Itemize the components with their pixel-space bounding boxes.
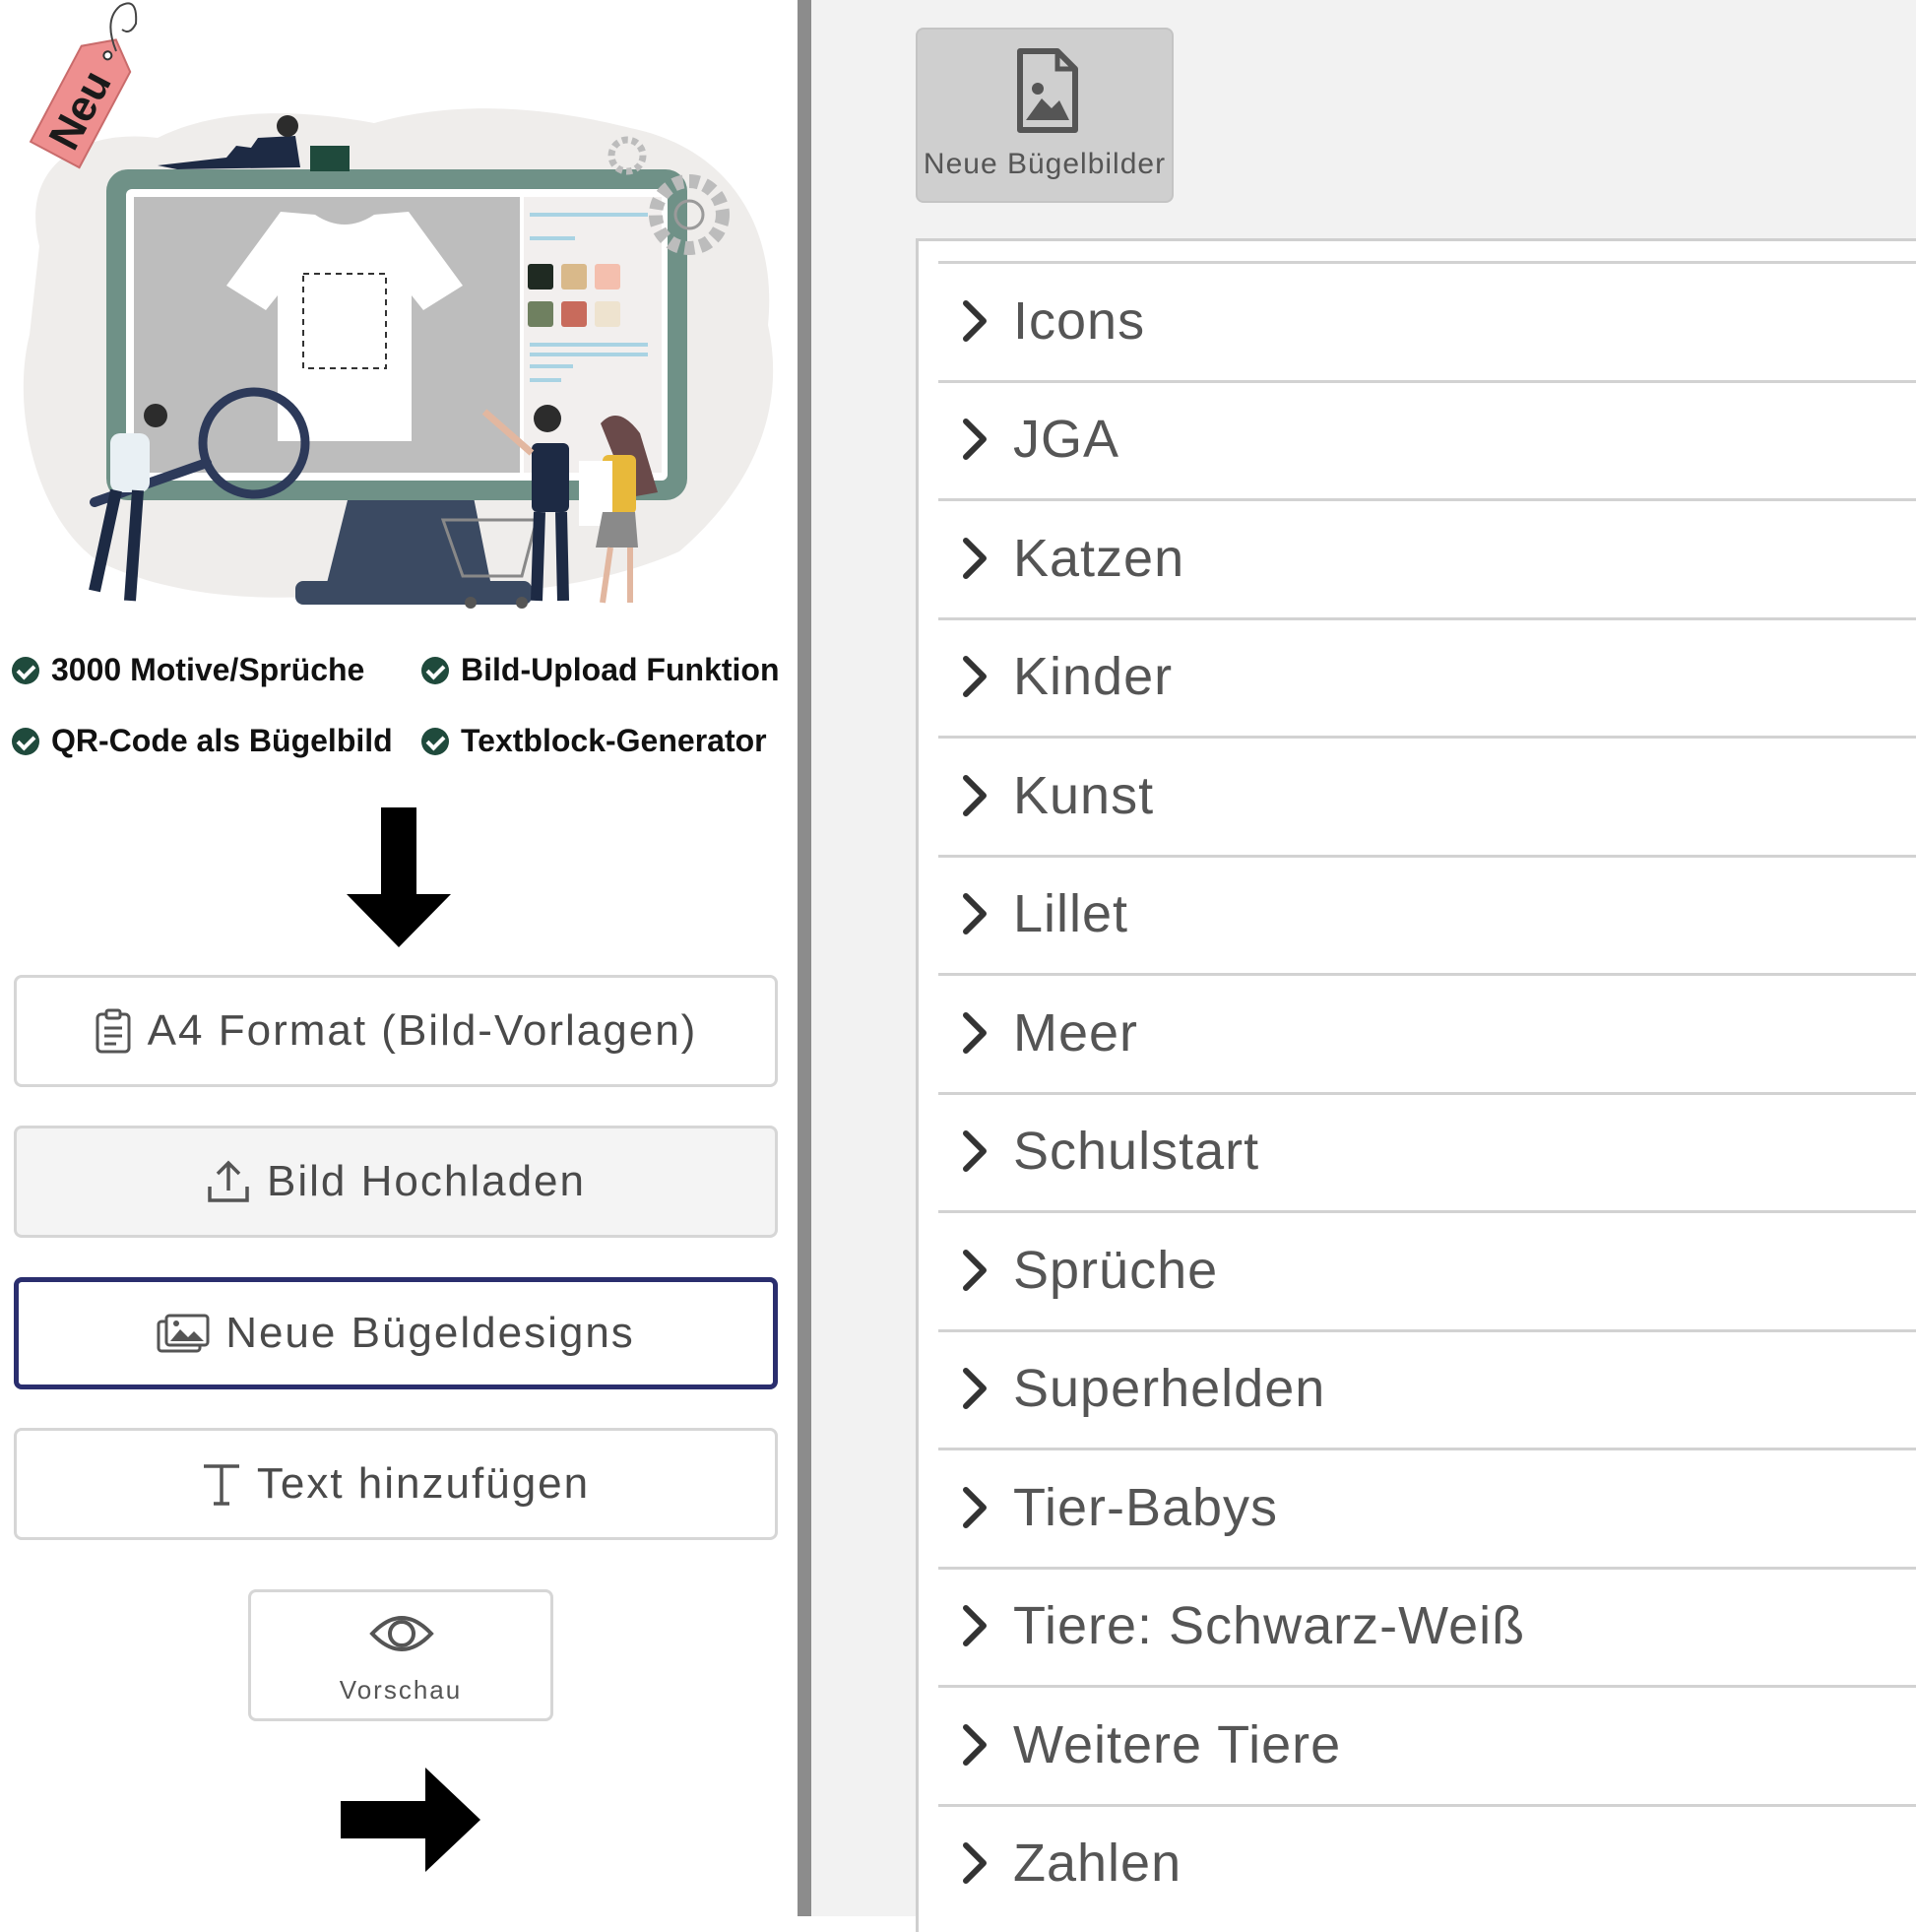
chevron-right-icon (950, 1129, 999, 1173)
category-label: Schulstart (1013, 1122, 1260, 1181)
upload-icon (206, 1159, 251, 1204)
category-label: Tier-Babys (1013, 1477, 1279, 1537)
chevron-right-icon (950, 1249, 999, 1292)
category-item[interactable]: Kunst (938, 736, 1916, 852)
feature-item: 3000 Motive/Sprüche (12, 652, 364, 688)
category-label: Kunst (1013, 765, 1155, 825)
category-label: JGA (1013, 410, 1120, 469)
chevron-right-icon (950, 1367, 999, 1410)
check-circle-icon (421, 727, 449, 755)
feature-item: Bild-Upload Funktion (421, 652, 780, 688)
left-panel: Neu 3000 Motive/Sprüche Bild-Upload Funk… (0, 0, 798, 1916)
eye-icon (369, 1606, 434, 1666)
chevron-right-icon (950, 1486, 999, 1529)
category-item[interactable]: Weitere Tiere (938, 1685, 1916, 1801)
preview-button[interactable]: Vorschau (248, 1589, 553, 1721)
feature-item: Textblock-Generator (421, 723, 767, 759)
a4-format-label: A4 Format (Bild-Vorlagen) (147, 1006, 698, 1055)
feature-label: QR-Code als Bügelbild (51, 723, 393, 758)
image-file-icon (1016, 47, 1079, 139)
chevron-right-icon (950, 1841, 999, 1885)
text-t-icon (202, 1462, 241, 1506)
category-label: Katzen (1013, 528, 1185, 588)
panel-divider (798, 0, 811, 1916)
category-item[interactable]: Meer (938, 973, 1916, 1089)
upload-image-button[interactable]: Bild Hochladen (14, 1126, 778, 1238)
category-label: Sprüche (1013, 1240, 1219, 1300)
chevron-right-icon (950, 537, 999, 580)
feature-item: QR-Code als Bügelbild (12, 723, 393, 759)
chevron-right-icon (950, 774, 999, 817)
chevron-right-icon (950, 892, 999, 935)
category-list: Icons JGA Katzen Kinder Kunst Lillet Meer Schul… (916, 238, 1916, 1932)
add-text-button[interactable]: Text hinzufügen (14, 1428, 778, 1540)
category-label: Lillet (1013, 884, 1129, 943)
chevron-right-icon (950, 418, 999, 461)
category-label: Tiere: Schwarz-Weiß (1013, 1596, 1526, 1655)
promo-illustration: Neu (23, 2, 774, 609)
clipboard-icon (95, 1008, 132, 1054)
category-item[interactable]: Schulstart (938, 1091, 1916, 1208)
category-label: Weitere Tiere (1013, 1714, 1342, 1774)
feature-label: 3000 Motive/Sprüche (51, 652, 365, 687)
chevron-right-icon (950, 1604, 999, 1647)
category-item[interactable]: Sprüche (938, 1210, 1916, 1326)
new-designs-button[interactable]: Neue Bügeldesigns (14, 1277, 778, 1389)
category-item[interactable]: Kinder (938, 616, 1916, 734)
category-label: Superhelden (1013, 1359, 1326, 1418)
arrow-right-icon (341, 1768, 480, 1872)
add-text-label: Text hinzufügen (256, 1459, 591, 1508)
category-label: Kinder (1013, 647, 1174, 706)
new-iron-images-label: Neue Bügelbilder (923, 148, 1167, 180)
category-label: Zahlen (1013, 1834, 1182, 1893)
category-item[interactable]: Icons (938, 261, 1916, 377)
category-label: Meer (1013, 1002, 1139, 1063)
new-designs-label: Neue Bügeldesigns (225, 1309, 635, 1357)
category-item[interactable]: Tier-Babys (938, 1448, 1916, 1564)
category-item[interactable]: JGA (938, 379, 1916, 496)
feature-label: Textblock-Generator (461, 723, 767, 758)
category-label: Icons (1013, 290, 1146, 351)
arrow-down-icon (347, 807, 451, 947)
images-icon (157, 1314, 210, 1353)
category-item[interactable]: Superhelden (938, 1328, 1916, 1446)
category-item[interactable]: Tiere: Schwarz-Weiß (938, 1566, 1916, 1683)
chevron-right-icon (950, 1011, 999, 1055)
right-panel: Neue Bügelbilder Icons JGA Katzen Kinder Kun… (811, 0, 1916, 1932)
category-item[interactable]: Katzen (938, 498, 1916, 614)
category-item[interactable]: Zahlen (938, 1803, 1916, 1920)
new-iron-images-tile[interactable]: Neue Bügelbilder (916, 28, 1174, 203)
chevron-right-icon (950, 299, 999, 343)
upload-image-label: Bild Hochladen (267, 1157, 586, 1205)
check-circle-icon (12, 727, 39, 755)
chevron-right-icon (950, 1723, 999, 1767)
a4-format-button[interactable]: A4 Format (Bild-Vorlagen) (14, 975, 778, 1087)
chevron-right-icon (950, 655, 999, 698)
check-circle-icon (12, 656, 39, 684)
preview-label: Vorschau (339, 1675, 463, 1705)
feature-label: Bild-Upload Funktion (461, 652, 780, 687)
check-circle-icon (421, 656, 449, 684)
category-item[interactable]: Lillet (938, 854, 1916, 971)
